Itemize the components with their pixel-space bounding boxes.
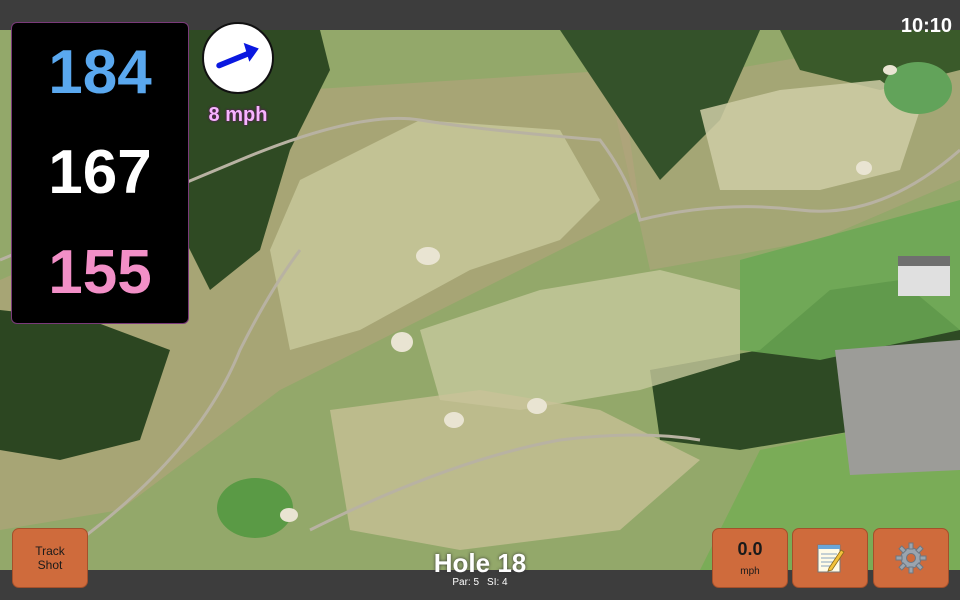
yardage-panel[interactable]: 184 167 155 [11, 22, 189, 324]
back-yardage: 184 [48, 38, 152, 107]
notepad-icon [817, 544, 845, 573]
speed-unit: mph [740, 566, 760, 577]
wind-direction-dial[interactable] [202, 22, 274, 94]
hole-meta: Par: 5 SI: 4 [380, 577, 580, 588]
settings-button[interactable] [873, 528, 949, 588]
hole-stroke-index: SI: 4 [487, 577, 508, 588]
wind-arrow-icon [216, 42, 259, 69]
wind-speed-label: 8 mph [208, 104, 268, 126]
notes-button[interactable] [792, 528, 868, 588]
center-yardage: 167 [48, 138, 152, 207]
front-yardage: 155 [48, 238, 152, 307]
track-shot-label-line2: Shot [37, 558, 63, 572]
clock: 10:10 [900, 15, 952, 37]
speed-button[interactable]: 0.0 mph [712, 528, 788, 588]
track-shot-button[interactable]: Track Shot [12, 528, 88, 588]
gear-icon [895, 542, 927, 574]
track-shot-label-line1: Track [35, 543, 65, 558]
hole-title: Hole 18 [433, 548, 527, 578]
speed-value: 0.0 [737, 539, 763, 559]
hole-par: Par: 5 [452, 577, 480, 588]
